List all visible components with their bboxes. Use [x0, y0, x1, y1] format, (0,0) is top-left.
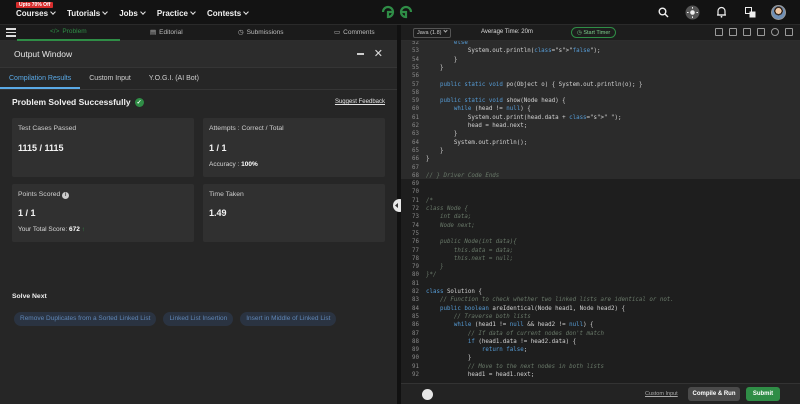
- custom-input-link[interactable]: Custom Input: [645, 391, 678, 397]
- code-text: head1 = head1.next;: [426, 372, 535, 378]
- time-card: Time Taken 1.49: [203, 184, 385, 242]
- total-score: Your Total Score: 672 ↑: [18, 226, 85, 233]
- test-cases-label: Test Cases Passed: [18, 125, 77, 132]
- hamburger-menu-icon[interactable]: [6, 28, 16, 37]
- copy-icon[interactable]: [715, 28, 723, 36]
- file-icon[interactable]: [729, 28, 737, 36]
- attempts-label: Attempts : Correct / Total: [209, 125, 284, 132]
- time-value: 1.49: [209, 208, 227, 218]
- compile-run-button[interactable]: Compile & Run: [688, 387, 740, 401]
- lightbulb-icon[interactable]: [422, 389, 433, 400]
- close-icon[interactable]: ✕: [374, 49, 383, 60]
- gfg-logo-icon[interactable]: [380, 4, 414, 20]
- nav-tutorials[interactable]: Tutorials: [67, 9, 109, 18]
- reset-icon[interactable]: [771, 28, 779, 36]
- test-cases-value: 1115 / 1115: [18, 143, 64, 153]
- output-window-title: Output Window: [14, 49, 73, 59]
- solve-next-chip[interactable]: Remove Duplicates from a Sorted Linked L…: [14, 312, 157, 326]
- document-icon: ▤: [150, 29, 157, 36]
- accuracy: Accuracy : 100%: [209, 161, 258, 168]
- points-card: Points Scored i 1 / 1 Your Total Score: …: [12, 184, 194, 242]
- top-navbar: Upto 70% Off Courses Tutorials Jobs Prac…: [0, 0, 800, 25]
- tab-submissions[interactable]: ◷ Submissions: [238, 28, 284, 37]
- solve-next-heading: Solve Next: [12, 293, 47, 300]
- expand-icon[interactable]: [785, 28, 793, 36]
- chevron-down-icon: [443, 28, 448, 33]
- suggest-feedback-link[interactable]: Suggest Feedback: [335, 99, 385, 105]
- search-icon[interactable]: [655, 4, 671, 20]
- theme-toggle-icon[interactable]: [684, 4, 700, 20]
- line-number: 92: [412, 372, 419, 378]
- promo-badge[interactable]: Upto 70% Off: [16, 2, 54, 8]
- output-window-header: Output Window ✕: [0, 41, 397, 68]
- editor-actions: [715, 28, 793, 36]
- translate-icon[interactable]: [742, 4, 758, 20]
- fullscreen-icon[interactable]: [757, 28, 765, 36]
- problem-tabs: </> Problem ▤ Editorial ◷ Submissions ▭ Comm…: [0, 25, 397, 41]
- main-nav: Courses Tutorials Jobs Practice Contests: [16, 9, 250, 18]
- nav-courses[interactable]: Courses: [16, 9, 56, 18]
- nav-practice[interactable]: Practice: [157, 9, 196, 18]
- tab-comments[interactable]: ▭ Comments: [334, 28, 375, 37]
- top-right-icons: [655, 4, 786, 20]
- info-icon[interactable]: i: [62, 192, 70, 199]
- chevron-down-icon: [102, 9, 109, 15]
- solved-status-text: Problem Solved Successfully: [12, 97, 131, 107]
- code-line[interactable]: 92 head1 = head1.next;: [401, 371, 800, 380]
- code-icon: </>: [50, 28, 60, 35]
- tab-compilation-results[interactable]: Compilation Results: [0, 75, 81, 89]
- average-time: Average Time: 20m: [481, 29, 533, 35]
- points-label: Points Scored i: [18, 191, 70, 199]
- start-timer-button[interactable]: ◷ Start Timer: [571, 27, 617, 38]
- solve-next-chip[interactable]: Insert in Middle of Linked List: [240, 312, 337, 326]
- nav-contests[interactable]: Contests: [207, 9, 250, 18]
- clock-icon: ◷: [577, 30, 582, 36]
- output-tabs: Compilation Results Custom Input Y.O.G.I…: [0, 68, 397, 90]
- clock-icon: ◷: [238, 29, 244, 36]
- points-value: 1 / 1: [18, 208, 36, 218]
- solved-status: Problem Solved Successfully ✓: [12, 97, 144, 107]
- tab-custom-input[interactable]: Custom Input: [80, 75, 140, 89]
- submit-button[interactable]: Submit: [746, 387, 780, 401]
- code-editor[interactable]: 52 else 53 System.out.println(class="s">"…: [401, 41, 800, 383]
- chevron-down-icon: [243, 9, 250, 15]
- attempts-value: 1 / 1: [209, 143, 227, 153]
- settings-icon[interactable]: [743, 28, 751, 36]
- output-window: Output Window ✕ Compilation Results Cust…: [0, 41, 397, 404]
- arrow-up-icon: ↑: [81, 226, 85, 233]
- notification-bell-icon[interactable]: [713, 4, 729, 20]
- tab-problem[interactable]: </> Problem: [50, 28, 87, 35]
- check-circle-icon: ✓: [134, 97, 144, 107]
- chevron-down-icon: [140, 9, 146, 15]
- test-cases-card: Test Cases Passed 1115 / 1115: [12, 118, 194, 177]
- nav-jobs[interactable]: Jobs: [119, 9, 146, 18]
- editor-footer: Custom Input Compile & Run Submit: [401, 383, 800, 404]
- attempts-card: Attempts : Correct / Total 1 / 1 Accurac…: [203, 118, 385, 177]
- avatar[interactable]: [771, 4, 786, 20]
- chevron-down-icon: [190, 9, 196, 15]
- editor-toolbar: Java (1.8) Average Time: 20m ◷ Start Tim…: [401, 25, 800, 41]
- chevron-down-icon: [50, 9, 56, 15]
- tab-editorial[interactable]: ▤ Editorial: [150, 28, 183, 37]
- time-label: Time Taken: [209, 191, 244, 198]
- tab-yogi-ai-bot[interactable]: Y.O.G.I. (AI Bot): [140, 75, 208, 89]
- comment-icon: ▭: [334, 29, 341, 36]
- minimize-icon[interactable]: [357, 53, 364, 55]
- language-select[interactable]: Java (1.8): [413, 28, 451, 38]
- solve-next-chip[interactable]: Linked List Insertion: [163, 312, 234, 326]
- solve-next-list: Remove Duplicates from a Sorted Linked L…: [14, 312, 337, 326]
